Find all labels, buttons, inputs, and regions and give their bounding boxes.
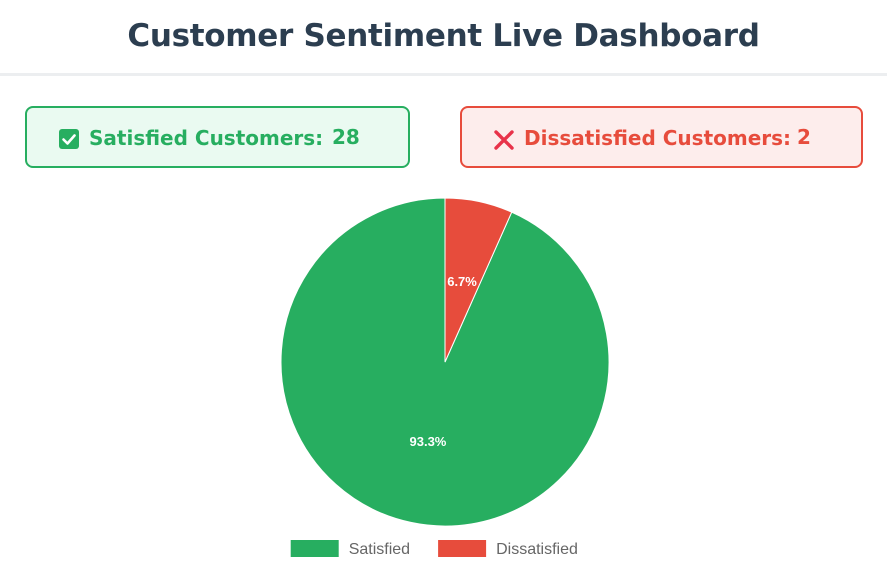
satisfied-customers-card: Satisfied Customers: 28 [25,106,410,168]
legend-label-satisfied[interactable]: Satisfied [349,541,410,558]
legend-swatch-satisfied[interactable] [290,540,339,557]
slice-label-dissatisfied: 6.7% [447,274,477,289]
satisfied-customers-count: 28 [332,125,360,149]
legend-swatch-dissatisfied[interactable] [438,540,487,557]
dissatisfied-customers-card: Dissatisfied Customers: 2 [460,106,863,168]
x-mark-icon [493,129,515,151]
dashboard-header: Customer Sentiment Live Dashboard [0,0,887,76]
slice-label-satisfied: 93.3% [410,434,447,449]
page-title: Customer Sentiment Live Dashboard [127,18,760,54]
sentiment-pie-chart: 93.3% 6.7% Satisfied Dissatisfied [280,197,610,558]
dissatisfied-customers-count: 2 [797,125,811,149]
satisfied-customers-label: Satisfied Customers: [89,126,324,150]
legend-label-dissatisfied[interactable]: Dissatisfied [496,541,578,558]
checkbox-check-icon [58,128,80,150]
dissatisfied-customers-label: Dissatisfied Customers: [524,126,792,150]
